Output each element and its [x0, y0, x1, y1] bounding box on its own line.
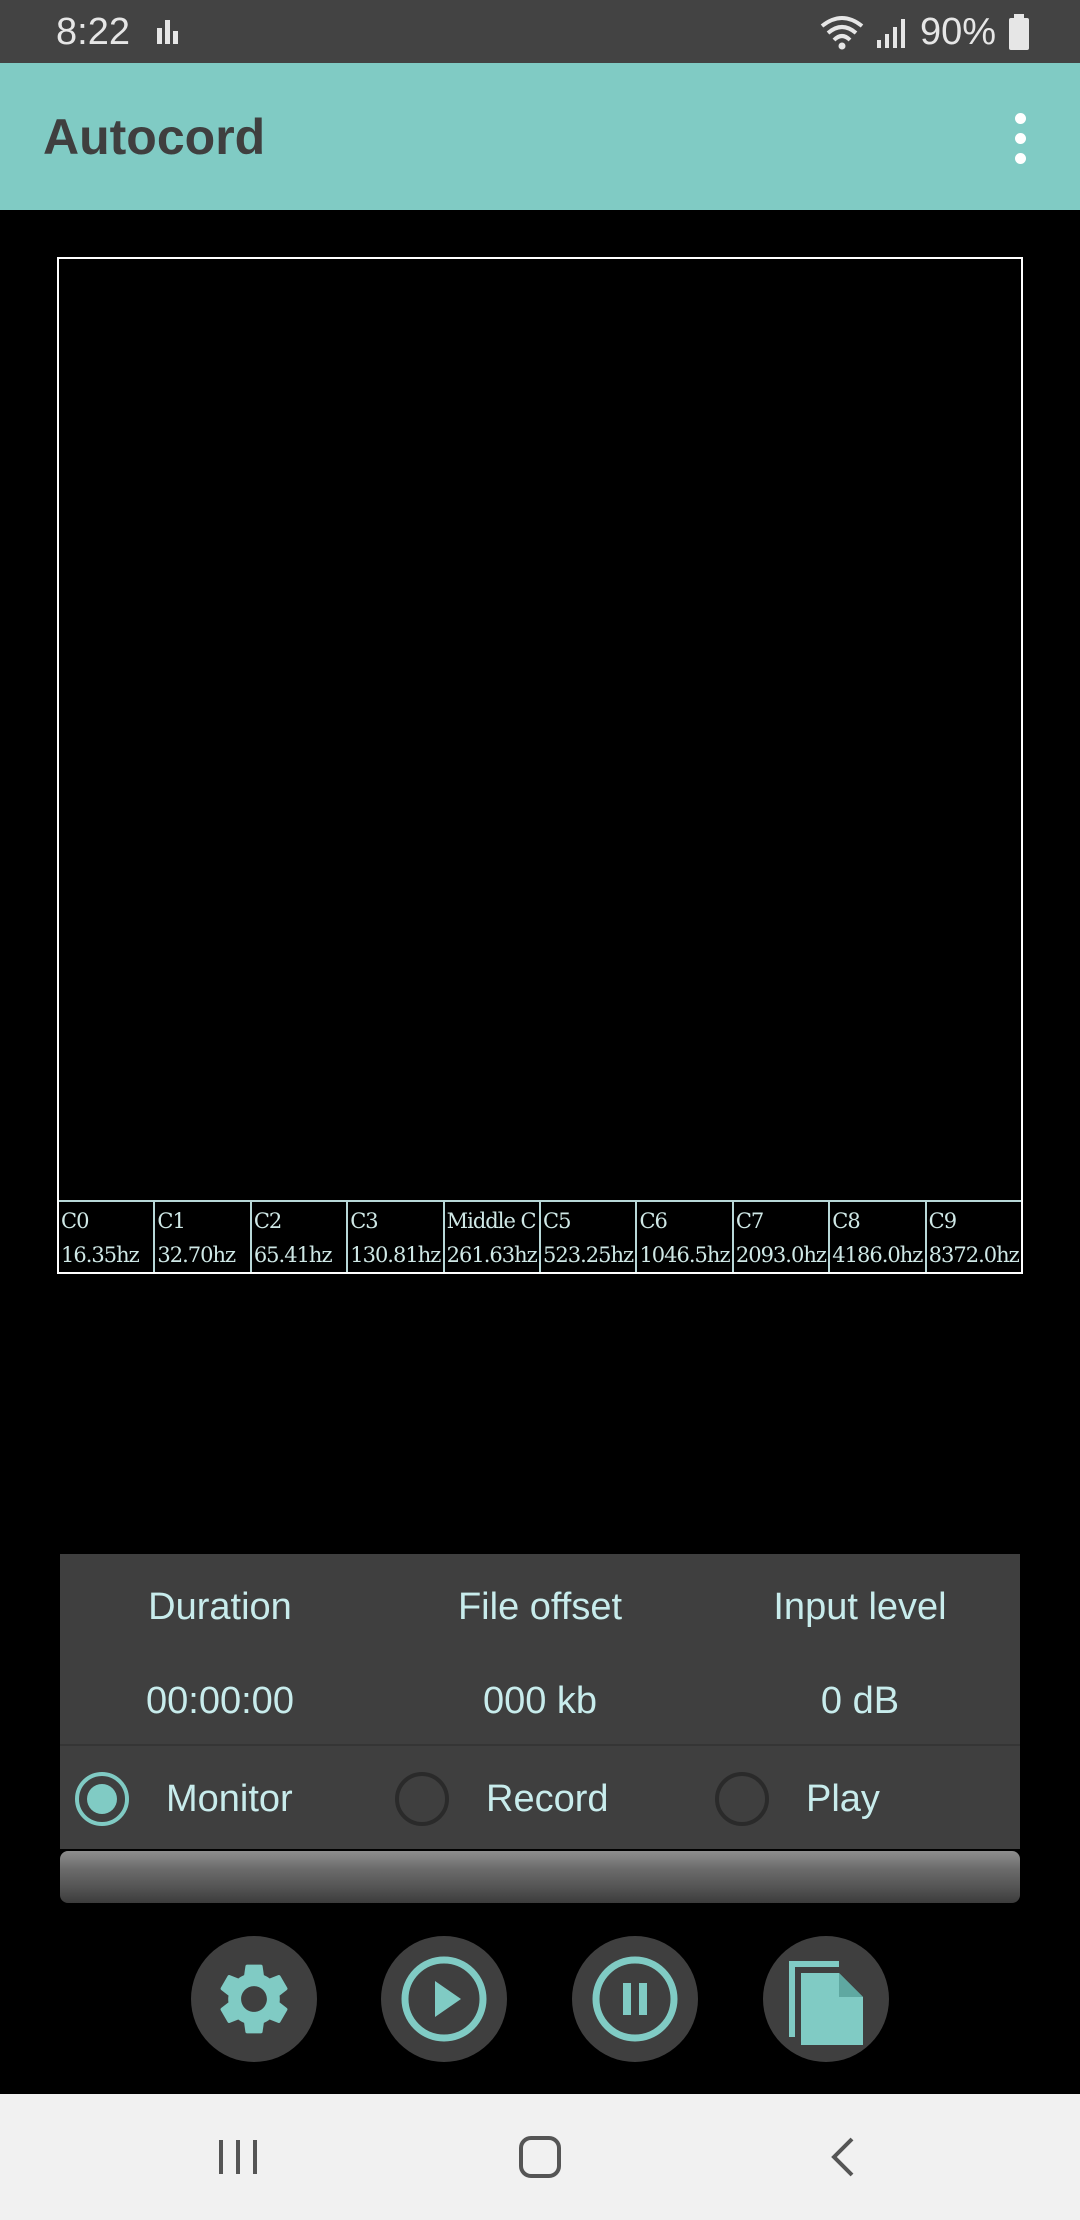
play-label: Play [806, 1778, 880, 1820]
scale-cell: C8 4186.0hz [830, 1202, 927, 1272]
pause-button[interactable] [572, 1936, 698, 2062]
scale-note: C5 [543, 1209, 571, 1233]
scale-cell: C0 16.35hz [59, 1202, 156, 1272]
record-label: Record [486, 1778, 609, 1820]
scale-cell: C1 32.70hz [155, 1202, 252, 1272]
input-level-label: Input level [773, 1586, 947, 1628]
scale-freq: 65.41hz [253, 1243, 333, 1267]
info-panel: Duration File offset Input level 00:00:0… [60, 1554, 1020, 1849]
play-circle-icon [401, 1956, 487, 2042]
scale-cell: C6 1046.5hz [637, 1202, 734, 1272]
scale-freq: 4186.0hz [832, 1243, 923, 1267]
menu-dot [1014, 112, 1026, 124]
play-radio[interactable]: Play [715, 1767, 880, 1831]
status-time: 8:22 [56, 11, 130, 53]
gear-icon [220, 1964, 288, 2034]
file-offset-label: File offset [457, 1586, 623, 1628]
scale-note: C2 [253, 1209, 282, 1233]
scale-note: C9 [928, 1209, 957, 1233]
scale-cell: Middle C 261.63hz [445, 1202, 542, 1272]
app-bar: Autocord [0, 63, 1080, 210]
back-button[interactable] [803, 2124, 883, 2190]
record-radio[interactable]: Record [395, 1767, 609, 1831]
scale-note: C3 [350, 1209, 378, 1233]
scale-freq: 16.35hz [61, 1243, 140, 1267]
monitor-label: Monitor [166, 1778, 293, 1820]
duration-label: Duration [148, 1586, 292, 1628]
radio-circle [75, 1772, 129, 1826]
scale-freq: 1046.5hz [639, 1243, 730, 1267]
more-vert-icon[interactable] [990, 108, 1050, 168]
mode-radio-group: Monitor Record Play [60, 1749, 1020, 1849]
app-title: Autocord [43, 109, 266, 165]
scale-note: Middle C [446, 1209, 537, 1233]
file-icon [789, 1961, 863, 2045]
status-bar: 8:22 90% [0, 0, 1080, 63]
input-level-value: 0 dB [820, 1680, 900, 1722]
scale-cell: C3 130.81hz [348, 1202, 445, 1272]
play-button[interactable] [381, 1936, 507, 2062]
scale-cell: C7 2093.0hz [734, 1202, 831, 1272]
settings-button[interactable] [191, 1936, 317, 2062]
home-button[interactable] [500, 2124, 580, 2190]
scale-cell: C2 65.41hz [252, 1202, 349, 1272]
scale-note: C0 [61, 1209, 89, 1233]
radio-circle [715, 1772, 769, 1826]
frequency-scale: C0 16.35hz C1 32.70hz C2 65.41hz C3 130.… [59, 1200, 1021, 1272]
recents-button[interactable] [198, 2124, 278, 2190]
pause-circle-icon [592, 1956, 678, 2042]
scale-cell: C9 8372.0hz [927, 1202, 1021, 1272]
scale-freq: 2093.0hz [735, 1243, 827, 1267]
files-button[interactable] [763, 1936, 889, 2062]
duration-value: 00:00:00 [146, 1680, 294, 1722]
scale-cell: C5 523.25hz [541, 1202, 638, 1272]
panel-divider [60, 1744, 1020, 1746]
signal-icon [876, 19, 905, 48]
scale-note: C1 [157, 1209, 185, 1233]
battery-percent: 90% [919, 11, 996, 53]
seek-bar[interactable] [60, 1851, 1020, 1903]
scale-note: C6 [639, 1209, 667, 1233]
system-nav-bar [0, 2094, 1080, 2220]
scale-note: C7 [735, 1209, 764, 1233]
radio-circle [395, 1772, 449, 1826]
monitor-radio[interactable]: Monitor [75, 1767, 293, 1831]
scale-freq: 32.70hz [157, 1243, 236, 1267]
spectrum-display: C0 16.35hz C1 32.70hz C2 65.41hz C3 130.… [57, 257, 1023, 1274]
scale-note: C8 [832, 1209, 860, 1233]
scale-freq: 523.25hz [543, 1243, 634, 1267]
battery-icon [1009, 14, 1029, 50]
back-icon [831, 2137, 854, 2177]
equalizer-icon [157, 20, 178, 44]
wifi-icon [820, 16, 864, 50]
menu-dot [1014, 132, 1026, 144]
scale-freq: 130.81hz [350, 1243, 441, 1267]
menu-dot [1014, 152, 1026, 164]
spectrum-canvas [59, 259, 1021, 1200]
recents-icon [219, 2140, 257, 2174]
file-offset-value: 000 kb [482, 1680, 598, 1722]
scale-freq: 8372.0hz [928, 1243, 1020, 1267]
scale-freq: 261.63hz [446, 1243, 538, 1267]
home-icon [519, 2136, 561, 2178]
